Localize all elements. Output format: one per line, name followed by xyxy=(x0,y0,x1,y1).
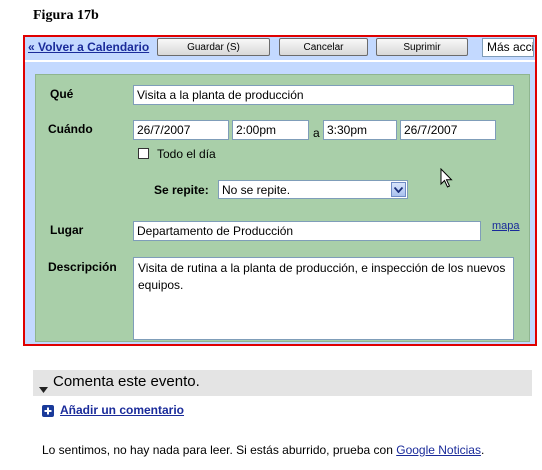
highlight-box xyxy=(23,35,537,346)
collapse-triangle-icon[interactable] xyxy=(39,380,48,398)
period-text: . xyxy=(480,443,485,457)
comments-title: Comenta este evento. xyxy=(53,373,200,390)
google-news-link[interactable]: Google Noticias xyxy=(396,443,481,457)
empty-comments-message: Lo sentimos, no hay nada para leer. Si e… xyxy=(42,443,484,457)
plus-icon[interactable] xyxy=(42,405,54,417)
figure-caption: Figura 17b xyxy=(33,8,99,23)
add-comment-link[interactable]: Añadir un comentario xyxy=(60,403,184,417)
empty-comments-text: Lo sentimos, no hay nada para leer. Si e… xyxy=(42,443,397,457)
